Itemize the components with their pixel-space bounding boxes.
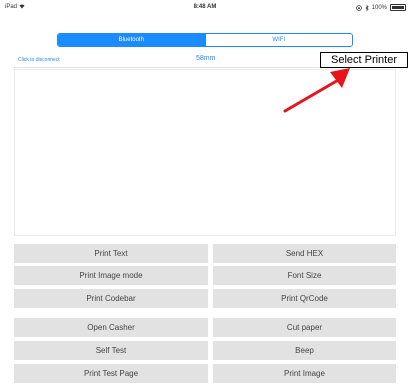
self-test-button[interactable]: Self Test xyxy=(14,341,208,360)
beep-button[interactable]: Beep xyxy=(213,341,396,360)
print-test-page-button[interactable]: Print Test Page xyxy=(14,364,208,383)
font-size-button[interactable]: Font Size xyxy=(213,266,396,285)
print-qrcode-button[interactable]: Print QrCode xyxy=(213,289,396,308)
open-casher-button[interactable]: Open Casher xyxy=(14,318,208,337)
print-image-mode-button[interactable]: Print Image mode xyxy=(14,266,208,285)
send-hex-button[interactable]: Send HEX xyxy=(213,244,396,263)
select-printer-callout: Select Printer xyxy=(320,52,408,68)
print-image-button[interactable]: Print Image xyxy=(213,364,396,383)
print-text-button[interactable]: Print Text xyxy=(14,244,208,263)
cut-paper-button[interactable]: Cut paper xyxy=(213,318,396,337)
print-codebar-button[interactable]: Print Codebar xyxy=(14,289,208,308)
